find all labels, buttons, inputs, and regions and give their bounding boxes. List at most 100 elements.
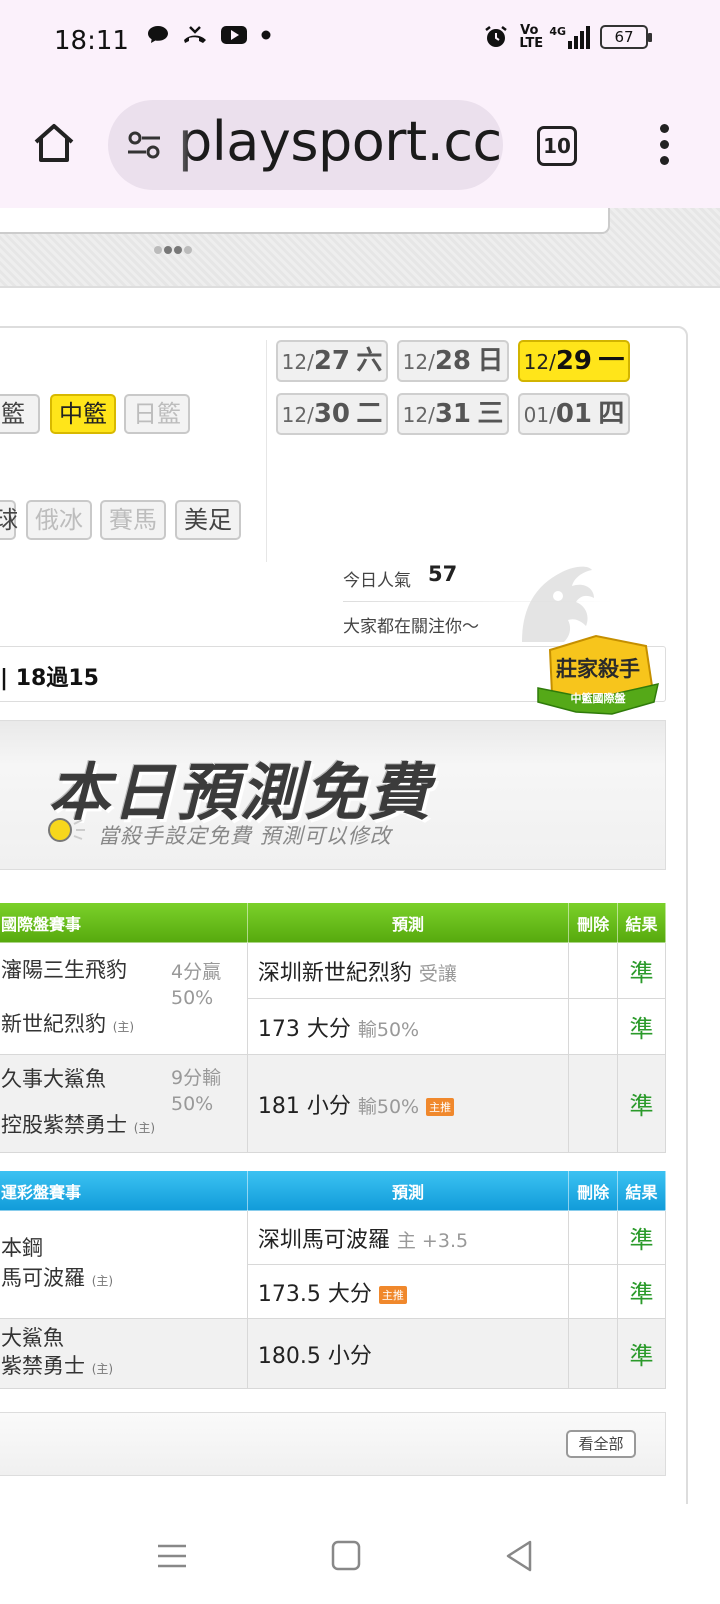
missed-call-icon [184, 26, 206, 43]
free-banner-subtitle: 當殺手設定免費 預測可以修改 [98, 824, 392, 848]
record-text: | 18過15 [0, 666, 99, 691]
header-delete: 刪除 [568, 1170, 619, 1211]
date-button-1227[interactable]: 12/27 六 [276, 340, 388, 382]
system-nav-bar [0, 1504, 720, 1604]
popularity-label: 今日人氣 [343, 571, 411, 591]
game-cell: 大鯊魚 紫禁勇士 (主) [0, 1318, 248, 1389]
game-cell: 瀋陽三生飛豹 新世紀烈豹 (主) 4分贏 50% [0, 942, 248, 1055]
header-games: 國際盤賽事 [0, 902, 248, 943]
youtube-icon [221, 26, 247, 44]
team-home: 馬可波羅 [1, 1266, 85, 1290]
intl-prediction-table: 國際盤賽事 預測 刪除 結果 瀋陽三生飛豹 新世紀烈豹 (主) 4分贏 50% 深… [0, 902, 666, 1153]
popularity-subtitle: 大家都在關注你～ [343, 617, 479, 637]
site-settings-icon[interactable] [126, 126, 162, 164]
table-row: 瀋陽三生飛豹 新世紀烈豹 (主) 4分贏 50% 深圳新世紀烈豹 受讓 準 [0, 942, 666, 1055]
prediction-cell: 深圳馬可波羅 主 +3.5 [246, 1210, 570, 1265]
team-away: 本鋼 [1, 1236, 43, 1260]
notification-icons [146, 24, 272, 46]
table-header: 運彩盤賽事 預測 刪除 結果 [0, 1170, 666, 1211]
popularity-value: 57 [428, 562, 458, 586]
delete-cell[interactable] [568, 998, 619, 1055]
tab-switcher-button[interactable]: 10 [537, 126, 577, 166]
home-button[interactable] [28, 118, 80, 170]
prediction-cell: 173 大分 輸50% [246, 998, 570, 1055]
more-menu-icon[interactable] [654, 124, 674, 168]
delete-cell[interactable] [568, 1054, 619, 1153]
prediction-cell: 181 小分 輸50% 主推 [246, 1054, 570, 1153]
team-away: 瀋陽三生飛豹 [1, 958, 127, 982]
header-games: 運彩盤賽事 [0, 1170, 248, 1211]
sport-button-cba[interactable]: 中籃 [50, 394, 116, 434]
delete-cell[interactable] [568, 1210, 619, 1265]
result-cell: 準 [617, 1054, 666, 1153]
free-banner-title: 本日預測免費 [48, 756, 433, 829]
lightbulb-icon [48, 818, 85, 842]
game-score: 9分輸 50% [171, 1067, 222, 1115]
delete-cell[interactable] [568, 942, 619, 999]
team-home: 紫禁勇士 [1, 1354, 85, 1378]
back-icon[interactable] [500, 1538, 540, 1574]
date-button-1229[interactable]: 12/29 一 [518, 340, 630, 382]
carousel-strip [0, 208, 720, 288]
date-button-1230[interactable]: 12/30 二 [276, 393, 388, 435]
header-result: 結果 [617, 1170, 666, 1211]
prediction-cell: 深圳新世紀烈豹 受讓 [246, 942, 570, 999]
result-cell: 準 [617, 1318, 666, 1389]
network-type: 4G [549, 25, 566, 38]
sport-button-basketball[interactable]: 籃 [0, 394, 40, 434]
volte-indicator: Vo LTE [519, 23, 544, 51]
result-cell: 準 [617, 1210, 666, 1265]
sport-button-jbl[interactable]: 日籃 [124, 394, 190, 434]
main-pick-tag: 主推 [426, 1097, 455, 1116]
team-away: 久事大鯊魚 [1, 1067, 106, 1091]
url-text[interactable]: playsport.cc [178, 110, 502, 173]
game-score: 4分贏 50% [171, 961, 222, 1009]
chat-bubble-icon [148, 26, 168, 43]
dot-icon [261, 30, 271, 40]
status-bar: 18:11 Vo LTE 4G 67 [0, 0, 720, 82]
recent-apps-icon[interactable] [152, 1538, 192, 1574]
table-header: 國際盤賽事 預測 刪除 結果 [0, 902, 666, 943]
web-page: 籃 中籃 日籃 球 俄冰 賽馬 美足 12/27 六 12/28 日 12/29… [0, 208, 720, 1504]
status-right: Vo LTE 4G 67 [483, 23, 652, 51]
team-home: 控股紫禁勇士 [1, 1113, 127, 1137]
sport-button-khl[interactable]: 俄冰 [26, 500, 92, 540]
prediction-cell: 180.5 小分 [246, 1318, 570, 1389]
address-bar[interactable]: playsport.cc [108, 100, 503, 190]
badge-subtitle: 中籃國際盤 [571, 691, 627, 705]
table-row: 久事大鯊魚 控股紫禁勇士 (主) 9分輸 50% 181 小分 輸50% 主推 準 [0, 1054, 666, 1153]
view-all-button[interactable]: 看全部 [566, 1430, 636, 1458]
status-time: 18:11 [54, 26, 129, 56]
header-delete: 刪除 [568, 902, 619, 943]
sport-button-nfl[interactable]: 美足 [175, 500, 241, 540]
alarm-icon [485, 26, 508, 47]
delete-cell[interactable] [568, 1318, 619, 1389]
home-icon [34, 124, 74, 162]
table-row: 大鯊魚 紫禁勇士 (主) 180.5 小分 準 [0, 1318, 666, 1389]
header-prediction: 預測 [246, 1170, 570, 1211]
browser-toolbar: playsport.cc 10 [0, 82, 720, 208]
date-button-1228[interactable]: 12/28 日 [397, 340, 509, 382]
sport-button-ball[interactable]: 球 [0, 500, 18, 540]
result-cell: 準 [617, 942, 666, 999]
date-button-1231[interactable]: 12/31 三 [397, 393, 509, 435]
table-row: 本鋼 馬可波羅 (主) 深圳馬可波羅 主 +3.5 準 [0, 1210, 666, 1319]
prediction-cell: 173.5 大分 主推 [246, 1264, 570, 1319]
carousel-dots[interactable] [154, 246, 192, 254]
header-prediction: 預測 [246, 902, 570, 943]
lottery-prediction-table: 運彩盤賽事 預測 刪除 結果 本鋼 馬可波羅 (主) 深圳馬可波羅 主 +3.5… [0, 1170, 666, 1389]
sport-button-horse[interactable]: 賽馬 [100, 500, 166, 540]
header-result: 結果 [617, 902, 666, 943]
signal-icon: 4G [549, 25, 590, 49]
game-cell: 久事大鯊魚 控股紫禁勇士 (主) 9分輸 50% [0, 1054, 248, 1153]
result-cell: 準 [617, 998, 666, 1055]
banker-killer-badge-icon: 莊家殺手 中籃國際盤 [537, 634, 659, 715]
battery-indicator: 67 [600, 25, 652, 49]
team-away: 大鯊魚 [1, 1326, 64, 1350]
home-nav-icon[interactable] [326, 1538, 366, 1574]
game-cell: 本鋼 馬可波羅 (主) [0, 1210, 248, 1319]
team-home: 新世紀烈豹 [1, 1012, 106, 1036]
date-button-0101[interactable]: 01/01 四 [518, 393, 630, 435]
delete-cell[interactable] [568, 1264, 619, 1319]
main-pick-tag: 主推 [378, 1285, 407, 1304]
